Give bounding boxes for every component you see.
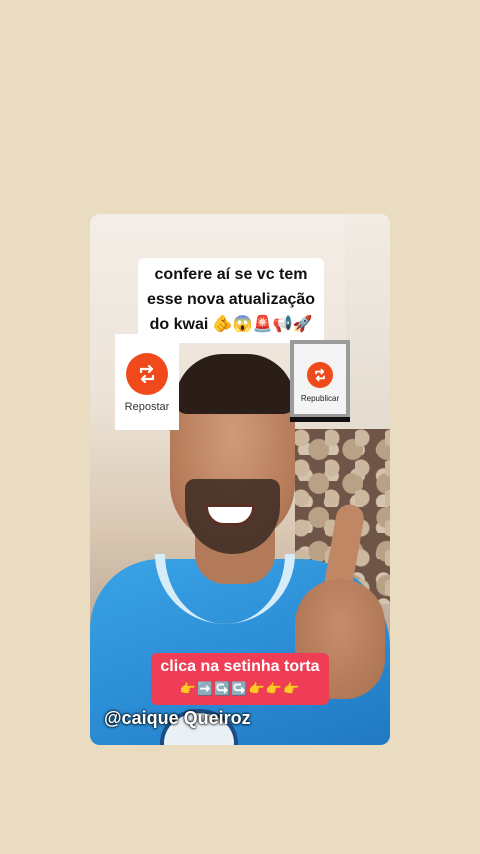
cta-emojis: 👉➡️↪️↪️👉👉👉 — [179, 681, 301, 696]
wall-background — [345, 214, 390, 434]
republish-panel: Republicar — [294, 344, 346, 414]
repost-label: Repostar — [124, 401, 170, 413]
cta-banner: clica na setinha torta 👉➡️↪️↪️👉👉👉 — [151, 653, 329, 705]
repost-icon — [307, 362, 333, 388]
cta-text: clica na setinha torta — [160, 658, 320, 675]
republish-label: Republicar — [300, 394, 340, 403]
video-caption: confere aí se vc tem esse nova atualizaç… — [138, 258, 324, 343]
caption-line: confere aí se vc tem — [154, 266, 308, 283]
hair — [175, 354, 295, 414]
repost-icon — [126, 353, 168, 395]
repost-button[interactable]: Repostar — [115, 334, 179, 430]
republish-button[interactable]: Republicar — [290, 340, 350, 422]
creator-handle[interactable]: @caique Queiroz — [104, 708, 251, 729]
divider — [290, 417, 350, 422]
caption-line: esse nova atualização — [146, 291, 316, 308]
